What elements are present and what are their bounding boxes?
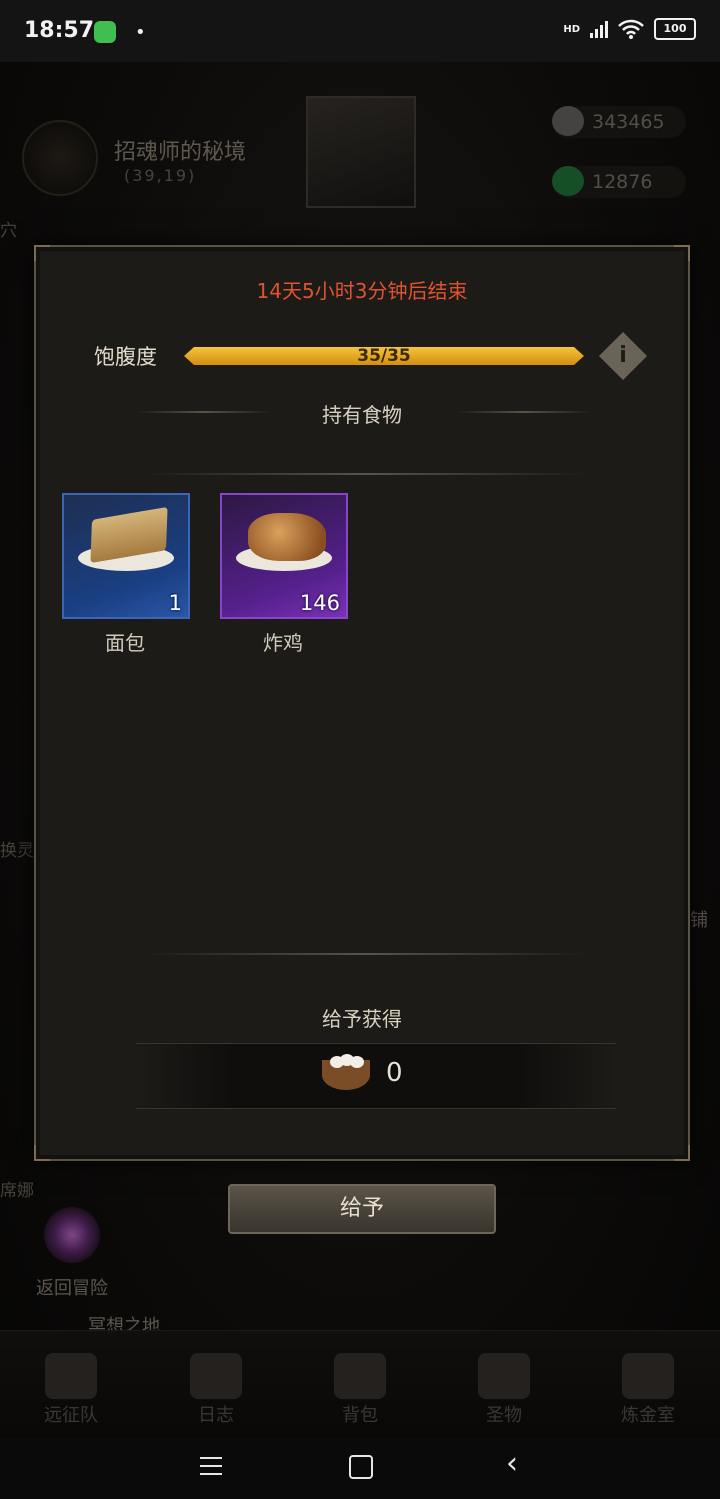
battery-icon: 100 — [654, 18, 696, 40]
clock: 18:57 — [24, 18, 95, 43]
item-slot[interactable]: 146 — [220, 493, 348, 619]
event-timer: 14天5小时3分钟后结束 — [256, 279, 468, 303]
reward-section-title: 给予获得 — [322, 1007, 402, 1031]
food-item-fried-chicken[interactable]: 146 炸鸡 — [220, 493, 348, 656]
app-notification-icon — [94, 21, 116, 43]
satiety-label: 饱腹度 — [94, 345, 157, 369]
satiety-value: 35/35 — [357, 346, 411, 366]
signal-icon — [590, 20, 608, 38]
notification-dot-icon: • — [135, 22, 146, 43]
item-name: 面包 — [105, 631, 145, 655]
recent-apps-icon[interactable] — [200, 1457, 222, 1475]
item-name: 炸鸡 — [263, 631, 303, 655]
food-section-title: 持有食物 — [322, 403, 402, 427]
reward-row: 0 — [136, 1043, 616, 1109]
divider — [146, 473, 586, 475]
give-button-label: 给予 — [339, 1196, 384, 1221]
hd-indicator: HD — [563, 23, 580, 35]
reward-value: 0 — [386, 1058, 403, 1088]
corner-ornament — [34, 245, 50, 261]
divider — [146, 953, 586, 955]
corner-ornament — [34, 1145, 50, 1161]
satiety-bar: 35/35 — [184, 347, 584, 365]
corner-ornament — [674, 245, 690, 261]
info-button[interactable]: i — [598, 331, 648, 381]
home-icon[interactable] — [349, 1455, 373, 1479]
info-icon: i — [619, 343, 627, 368]
status-icons: HD 100 — [563, 18, 696, 40]
feeding-dialog: 14天5小时3分钟后结束 饱腹度 35/35 i 持有食物 1 面包 146 炸… — [34, 245, 690, 1161]
divider — [456, 411, 592, 413]
eggs-icon — [322, 1054, 370, 1090]
item-count: 146 — [299, 591, 340, 615]
system-nav-bar: ‹ — [0, 1437, 720, 1499]
corner-ornament — [674, 1145, 690, 1161]
status-bar: 18:57 • HD 100 — [0, 0, 720, 62]
wifi-icon — [618, 19, 644, 39]
give-button[interactable]: 给予 — [228, 1184, 496, 1234]
food-item-bread[interactable]: 1 面包 — [62, 493, 190, 656]
fried-chicken-icon — [248, 513, 326, 561]
item-slot[interactable]: 1 — [62, 493, 190, 619]
back-icon[interactable]: ‹ — [506, 1449, 518, 1479]
item-count: 1 — [168, 591, 182, 615]
